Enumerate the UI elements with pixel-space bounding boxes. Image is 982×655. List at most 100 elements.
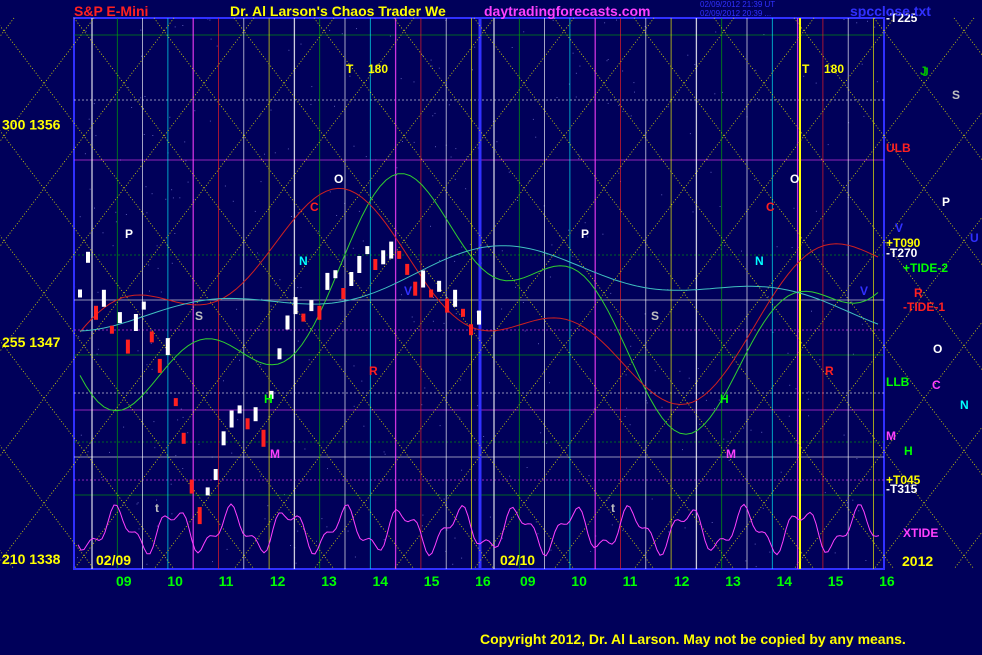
x-tick-label: 12 — [270, 573, 286, 589]
price-bar — [86, 251, 90, 263]
right-label: J — [922, 65, 929, 79]
star — [459, 417, 461, 419]
star — [694, 64, 696, 66]
star — [232, 200, 234, 202]
star — [358, 210, 360, 212]
annotation-label: H — [264, 392, 273, 406]
price-bar — [133, 314, 138, 331]
star — [633, 82, 635, 84]
annotations: T 180OCPSNRHMVJtT 180OCPSNRHMVt — [125, 62, 927, 515]
star — [236, 308, 238, 310]
price-bar — [429, 289, 434, 298]
star — [755, 69, 757, 71]
star — [815, 82, 817, 84]
x-tick-label: 12 — [674, 573, 690, 589]
star — [501, 250, 503, 252]
annotation-label: t — [155, 501, 159, 515]
star — [443, 498, 445, 500]
star — [616, 19, 617, 21]
star — [430, 225, 431, 227]
price-bar — [157, 358, 162, 373]
star — [535, 521, 537, 523]
star — [160, 291, 162, 293]
chaos-trader-chart: 300 1356 255 1347 210 1338 09 10 11 12 13 14 15 16… — [0, 0, 982, 650]
star — [169, 116, 171, 118]
star — [171, 513, 173, 515]
star — [223, 380, 224, 382]
star — [604, 22, 606, 24]
star — [365, 156, 367, 158]
star — [705, 399, 707, 401]
star — [400, 78, 402, 80]
star — [834, 552, 836, 554]
price-bar — [477, 310, 481, 325]
price-bar — [301, 313, 306, 322]
star — [625, 374, 627, 376]
star — [115, 211, 117, 213]
star — [524, 330, 526, 332]
star — [300, 43, 302, 45]
star — [568, 229, 570, 231]
star — [824, 492, 826, 494]
x-tick-label: 09 — [520, 573, 536, 589]
star — [318, 230, 320, 232]
star — [361, 380, 363, 382]
star — [787, 352, 789, 354]
price-bar — [461, 308, 465, 317]
star — [308, 359, 310, 361]
star — [87, 451, 89, 453]
star — [101, 477, 103, 478]
star — [448, 104, 450, 106]
star — [552, 19, 554, 21]
price-bar — [165, 338, 170, 356]
star — [300, 287, 302, 289]
star — [724, 245, 726, 247]
star — [494, 149, 496, 151]
star — [93, 103, 95, 105]
star — [353, 365, 355, 367]
star — [77, 557, 78, 559]
star — [237, 419, 239, 421]
star — [867, 20, 868, 22]
star — [310, 104, 312, 105]
star — [321, 518, 323, 520]
star — [661, 406, 663, 408]
star — [865, 560, 867, 561]
right-label: P — [942, 195, 950, 209]
right-label: LLB — [886, 375, 910, 389]
site-link[interactable]: daytradingforecasts.com — [484, 3, 651, 19]
price-bar — [293, 297, 298, 315]
star — [761, 431, 763, 433]
star — [439, 260, 441, 262]
price-bar — [325, 272, 330, 290]
star — [432, 320, 434, 322]
price-bar — [173, 398, 178, 407]
star — [723, 438, 725, 440]
annotation-label: S — [651, 309, 659, 323]
star — [85, 30, 87, 32]
star — [443, 322, 445, 324]
star — [511, 47, 513, 48]
price-bar — [309, 300, 314, 312]
star — [413, 81, 415, 83]
star — [297, 340, 299, 342]
star — [182, 25, 184, 26]
star — [326, 526, 328, 528]
star — [537, 533, 539, 535]
star — [267, 505, 269, 507]
star — [165, 198, 167, 200]
star — [123, 426, 125, 428]
star — [863, 115, 865, 117]
diagonal-line — [0, 25, 415, 570]
price-bar — [437, 280, 442, 292]
right-label: M — [886, 429, 896, 443]
star — [606, 60, 608, 62]
star — [254, 210, 256, 212]
price-bar — [221, 431, 226, 446]
right-label: S — [952, 88, 960, 102]
instrument-title: S&P E-Mini — [74, 3, 149, 19]
star — [611, 524, 613, 526]
price-bar — [397, 250, 402, 259]
star — [362, 240, 364, 242]
x-date-label: 02/09 — [96, 552, 131, 568]
